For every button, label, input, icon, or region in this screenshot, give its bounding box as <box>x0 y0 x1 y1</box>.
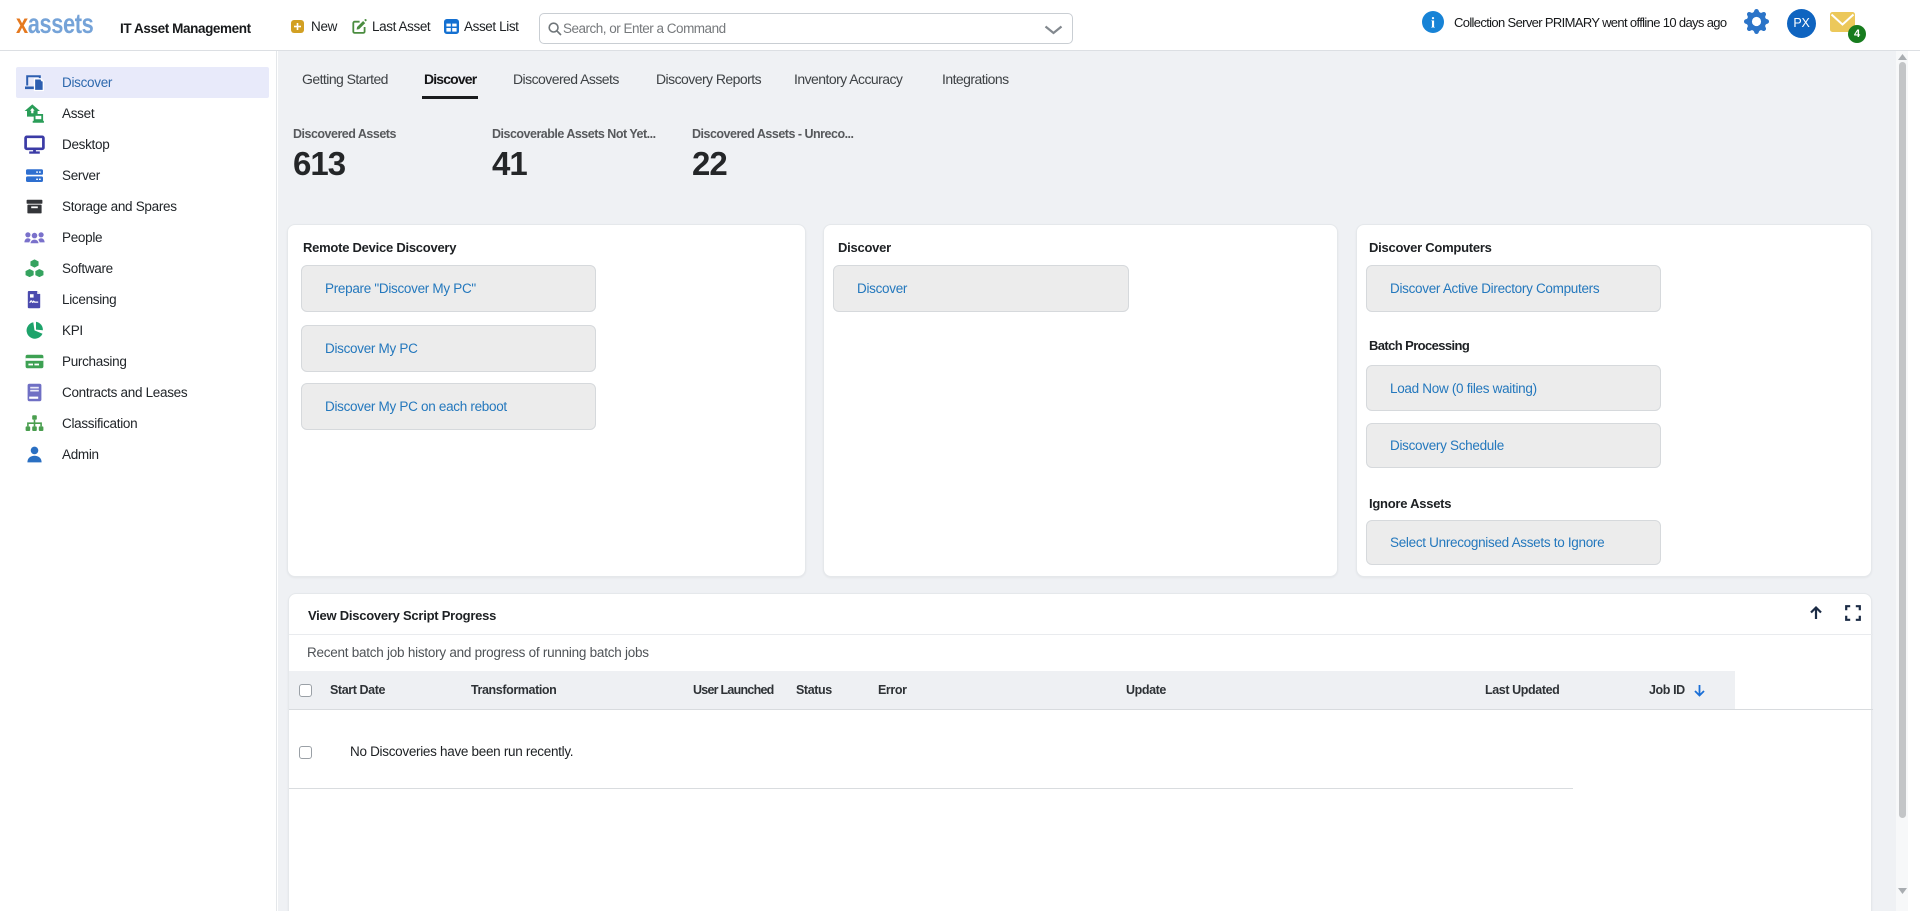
svg-text:i: i <box>1431 16 1435 32</box>
